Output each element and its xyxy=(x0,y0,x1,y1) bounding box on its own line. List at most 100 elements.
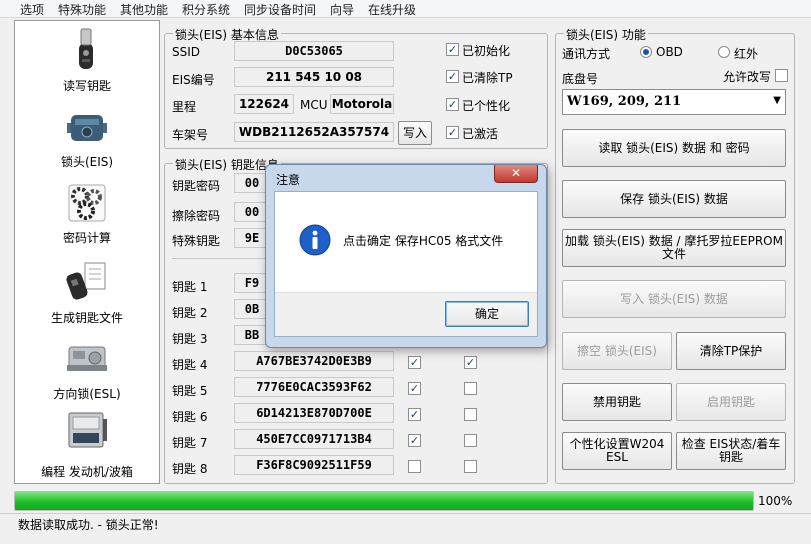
load-eis-file-button[interactable]: 加载 锁头(EIS) 数据 / 摩托罗拉EEPROM 文件 xyxy=(562,229,786,267)
eis-number-field[interactable]: 211 545 10 08 xyxy=(234,67,394,87)
key-4-label: 钥匙 4 xyxy=(172,358,208,372)
dialog-footer: 确定 xyxy=(275,292,537,336)
info-icon xyxy=(299,224,331,256)
nav-program-engine-gearbox[interactable]: 编程 发动机/波箱 xyxy=(15,409,159,485)
dialog-body: 点击确定 保存HC05 格式文件 确定 xyxy=(274,191,538,337)
key-8-check-2[interactable] xyxy=(464,460,477,473)
chassis-select[interactable]: W169, 209, 211 ▼ xyxy=(562,89,786,115)
key-6-field[interactable]: 6D14213E870D700E xyxy=(234,403,394,423)
progress-label: 100% xyxy=(758,494,793,508)
allow-rewrite-label: 允许改写 xyxy=(723,70,772,84)
disable-key-button[interactable]: 禁用钥匙 xyxy=(562,383,672,421)
nav-generate-key-file[interactable]: 生成钥匙文件 xyxy=(15,255,159,331)
nav-label: 编程 发动机/波箱 xyxy=(41,465,133,479)
menu-wizard[interactable]: 向导 xyxy=(330,1,354,18)
chevron-down-icon: ▼ xyxy=(773,95,781,106)
key-3-label: 钥匙 3 xyxy=(172,332,208,346)
nav-eis[interactable]: 锁头(EIS) xyxy=(15,99,159,175)
status-text: 数据读取成功. - 锁头正常! xyxy=(18,518,159,532)
comm-mode-label: 通讯方式 xyxy=(562,47,611,61)
initialized-checkbox[interactable]: ✓ xyxy=(446,43,459,56)
menu-points-system[interactable]: 积分系统 xyxy=(182,1,230,18)
read-eis-data-button[interactable]: 读取 锁头(EIS) 数据 和 密码 xyxy=(562,129,786,167)
key-4-check-1[interactable]: ✓ xyxy=(408,356,421,369)
key-2-label: 钥匙 2 xyxy=(172,306,208,320)
write-vin-button[interactable]: 写入 xyxy=(398,121,432,145)
ssid-label: SSID xyxy=(172,45,201,59)
key-6-label: 钥匙 6 xyxy=(172,410,208,424)
nav-label: 方向锁(ESL) xyxy=(53,387,121,401)
ecu-module-icon xyxy=(68,412,107,448)
menu-bar: 选项 特殊功能 其他功能 积分系统 同步设备时间 向导 在线升级 xyxy=(0,0,811,18)
key-4-field[interactable]: A767BE3742D0E3B9 xyxy=(234,351,394,371)
ignition-lock-icon xyxy=(67,115,107,141)
key-5-field[interactable]: 7776E0CAC3593F62 xyxy=(234,377,394,397)
mileage-label: 里程 xyxy=(172,100,197,114)
special-key-label: 特殊钥匙 xyxy=(172,234,221,248)
gears-icon xyxy=(68,184,106,222)
check-eis-status-button[interactable]: 检查 EIS状态/着车钥匙 xyxy=(676,432,786,470)
infrared-radio[interactable] xyxy=(718,46,730,58)
infrared-label: 红外 xyxy=(734,47,759,61)
nav-password-calc[interactable]: 密码计算 xyxy=(15,177,159,253)
nav-label: 读写钥匙 xyxy=(62,79,111,93)
dialog-title: 注意 xyxy=(276,173,301,187)
car-key-icon xyxy=(79,28,93,69)
key-7-field[interactable]: 450E7CC0971713B4 xyxy=(234,429,394,449)
personalize-esl-button[interactable]: 个性化设置W204 ESL xyxy=(562,432,672,470)
key-8-check-1[interactable] xyxy=(408,460,421,473)
tp-cleared-label: 已清除TP xyxy=(462,71,513,85)
menu-sync-device-time[interactable]: 同步设备时间 xyxy=(244,1,316,18)
allow-rewrite-checkbox[interactable] xyxy=(775,69,788,82)
enable-key-button[interactable]: 启用钥匙 xyxy=(676,383,786,421)
progress-fill xyxy=(15,492,753,510)
eis-number-label: EIS编号 xyxy=(172,73,215,87)
mcu-label: MCU xyxy=(300,98,328,112)
personalized-checkbox[interactable]: ✓ xyxy=(446,98,459,111)
nav-read-write-key[interactable]: 读写钥匙 xyxy=(15,21,159,97)
chassis-label: 底盘号 xyxy=(562,72,599,86)
nav-label: 锁头(EIS) xyxy=(60,155,114,169)
mcu-field[interactable]: Motorola xyxy=(330,94,394,114)
menu-online-upgrade[interactable]: 在线升级 xyxy=(368,1,416,18)
erase-eis-button[interactable]: 擦空 锁头(EIS) xyxy=(562,332,672,370)
key-7-label: 钥匙 7 xyxy=(172,436,208,450)
close-icon[interactable]: ✕ xyxy=(494,165,538,183)
menu-options[interactable]: 选项 xyxy=(20,1,44,18)
vin-label: 车架号 xyxy=(172,128,209,142)
save-eis-data-button[interactable]: 保存 锁头(EIS) 数据 xyxy=(562,180,786,218)
nav-steering-lock[interactable]: 方向锁(ESL) xyxy=(15,333,159,409)
ok-button[interactable]: 确定 xyxy=(445,301,529,327)
key-password-label: 钥匙密码 xyxy=(172,179,221,193)
chassis-selected-value: W169, 209, 211 xyxy=(567,94,682,109)
ssid-field[interactable]: D0C53065 xyxy=(234,41,394,61)
personalized-label: 已个性化 xyxy=(462,99,511,113)
group-title: 锁头(EIS) 功能 xyxy=(564,26,648,43)
tp-cleared-checkbox[interactable]: ✓ xyxy=(446,70,459,83)
initialized-label: 已初始化 xyxy=(462,44,511,58)
menu-special-functions[interactable]: 特殊功能 xyxy=(58,1,106,18)
key-8-field[interactable]: F36F8C9092511F59 xyxy=(234,455,394,475)
menu-other-functions[interactable]: 其他功能 xyxy=(120,1,168,18)
key-6-check-2[interactable] xyxy=(464,408,477,421)
key-4-check-2[interactable]: ✓ xyxy=(464,356,477,369)
mileage-field[interactable]: 122624 xyxy=(234,94,294,114)
notice-dialog: 注意 ✕ 点击确定 保存HC05 格式文件 确定 xyxy=(265,164,547,348)
key-5-check-2[interactable] xyxy=(464,382,477,395)
key-7-check-1[interactable]: ✓ xyxy=(408,434,421,447)
clear-tp-button[interactable]: 清除TP保护 xyxy=(676,332,786,370)
key-6-check-1[interactable]: ✓ xyxy=(408,408,421,421)
key-8-label: 钥匙 8 xyxy=(172,462,208,476)
separator xyxy=(172,258,272,259)
dialog-message: 点击确定 保存HC05 格式文件 xyxy=(343,234,504,248)
obd-radio[interactable] xyxy=(640,46,652,58)
activated-checkbox[interactable]: ✓ xyxy=(446,126,459,139)
write-eis-data-button[interactable]: 写入 锁头(EIS) 数据 xyxy=(562,280,786,318)
steering-lock-icon xyxy=(67,346,107,371)
status-bar: 数据读取成功. - 锁头正常! xyxy=(0,513,811,544)
vin-field[interactable]: WDB2112652A357574 xyxy=(234,122,394,142)
key-1-label: 钥匙 1 xyxy=(172,280,208,294)
progress-bar xyxy=(14,491,754,511)
key-7-check-2[interactable] xyxy=(464,434,477,447)
key-5-check-1[interactable]: ✓ xyxy=(408,382,421,395)
